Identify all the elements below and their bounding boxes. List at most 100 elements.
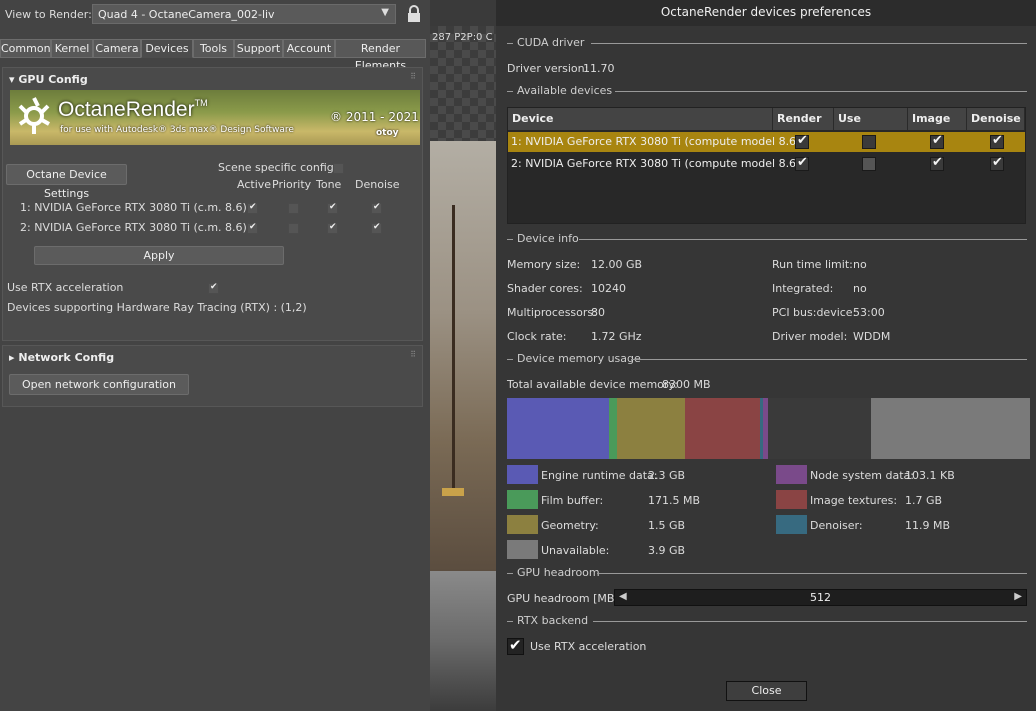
apply-button[interactable]: Apply	[34, 246, 284, 265]
table-row[interactable]: 1: NVIDIA GeForce RTX 3080 Ti (compute m…	[508, 132, 1025, 152]
tab-support[interactable]: Support	[234, 39, 283, 58]
network-config-title: Network Config	[18, 351, 115, 364]
section-rtx-backend: RTX backend	[507, 614, 1027, 628]
tab-account[interactable]: Account	[283, 39, 335, 58]
col-denoise: Denoise	[355, 178, 400, 191]
section-memory-label: Device memory usage	[517, 352, 641, 365]
row2-image-checkbox[interactable]	[930, 155, 944, 171]
legend-film-value: 171.5 MB	[648, 494, 701, 507]
open-network-config-button[interactable]: Open network configuration	[9, 374, 189, 395]
lock-icon[interactable]	[406, 5, 422, 23]
swatch-geometry	[507, 515, 538, 534]
viewport-checker	[430, 26, 496, 141]
clock-rate-value: 1.72 GHz	[591, 330, 642, 343]
device-2-active-checkbox[interactable]	[247, 222, 258, 234]
row1-priority-checkbox[interactable]	[862, 135, 876, 149]
legend-unavailable-label: Unavailable:	[541, 544, 610, 557]
memory-segment	[609, 398, 617, 459]
gpu-headroom-slider[interactable]: ◀ 512 ▶	[614, 589, 1027, 606]
swatch-image-textures	[776, 490, 807, 509]
device-2-tone-checkbox[interactable]	[327, 222, 338, 234]
banner-years: ® 2011 - 2021	[330, 110, 419, 124]
view-to-render-bar: View to Render: Quad 4 - OctaneCamera_00…	[0, 0, 430, 30]
tab-common[interactable]: Common	[0, 39, 51, 58]
shader-cores-value: 10240	[591, 282, 626, 295]
memory-segment	[685, 398, 760, 459]
scene-specific-checkbox[interactable]	[333, 163, 344, 174]
octane-render-settings-panel: View to Render: Quad 4 - OctaneCamera_00…	[0, 0, 430, 711]
network-config-header[interactable]: ▸ Network Config	[9, 351, 114, 364]
col-image[interactable]: Image	[908, 108, 967, 130]
col-denoise[interactable]: Denoise	[967, 108, 1025, 130]
section-rtx-label: RTX backend	[517, 614, 589, 627]
legend-node-value: 103.1 KB	[905, 469, 955, 482]
multiprocessors-value: 80	[591, 306, 605, 319]
tab-devices[interactable]: Devices	[141, 39, 193, 58]
memory-segment	[871, 398, 1030, 459]
tab-tools[interactable]: Tools	[193, 39, 234, 58]
banner-otoy: otoy	[376, 128, 399, 138]
gpu-device-2-label: 2: NVIDIA GeForce RTX 3080 Ti (c.m. 8.6)	[20, 221, 247, 234]
banner-brand: OctaneRenderTM	[58, 98, 208, 122]
memory-usage-bar	[507, 398, 1030, 459]
run-time-limit-label: Run time limit:	[772, 258, 853, 271]
clock-rate-label: Clock rate:	[507, 330, 567, 343]
section-available-devices: Available devices	[507, 84, 1027, 98]
tab-render-elements[interactable]: Render Elements	[335, 39, 426, 72]
table-row[interactable]: 2: NVIDIA GeForce RTX 3080 Ti (compute m…	[508, 154, 1025, 174]
rtx-acceleration-checkbox[interactable]	[507, 636, 524, 655]
device-1-priority-checkbox[interactable]	[288, 203, 299, 214]
rtx-support-text: Devices supporting Hardware Ray Tracing …	[7, 301, 307, 314]
arrow-right-icon[interactable]: ▶	[1014, 591, 1022, 602]
close-button[interactable]: Close	[726, 681, 807, 701]
view-to-render-value: Quad 4 - OctaneCamera_002-liv	[98, 8, 275, 21]
gpu-headroom-label: GPU headroom [MB]:	[507, 592, 623, 605]
dialog-title: OctaneRender devices preferences	[496, 0, 1036, 26]
rollout-grip-icon[interactable]: ⠿	[410, 350, 416, 359]
row2-render-checkbox[interactable]	[795, 155, 809, 171]
tab-kernel[interactable]: Kernel	[51, 39, 93, 58]
gpu-config-rollout: ▾ GPU Config ⠿ OctaneRenderTM for use wi…	[2, 67, 423, 341]
device-2-denoise-checkbox[interactable]	[371, 222, 382, 234]
tab-camera[interactable]: Camera	[93, 39, 141, 58]
section-info-label: Device info	[517, 232, 579, 245]
row1-denoise-checkbox[interactable]	[990, 133, 1004, 149]
render-floor	[430, 571, 496, 711]
device-2-priority-checkbox[interactable]	[288, 223, 299, 234]
row1-render-checkbox[interactable]	[795, 133, 809, 149]
section-headroom-label: GPU headroom	[517, 566, 600, 579]
rollout-grip-icon[interactable]: ⠿	[410, 72, 416, 81]
row2-priority-checkbox[interactable]	[862, 157, 876, 171]
device-1-denoise-checkbox[interactable]	[371, 202, 382, 214]
gpu-device-1-label: 1: NVIDIA GeForce RTX 3080 Ti (c.m. 8.6)	[20, 201, 247, 214]
view-to-render-dropdown[interactable]: Quad 4 - OctaneCamera_002-liv ▼	[92, 4, 396, 24]
lamp-base	[442, 488, 464, 496]
octane-device-settings-button[interactable]: Octane Device Settings	[6, 164, 127, 200]
device-1-active-checkbox[interactable]	[247, 202, 258, 214]
col-device[interactable]: Device	[508, 108, 773, 130]
octane-banner: OctaneRenderTM for use with Autodesk® 3d…	[10, 90, 420, 145]
device-name: 1: NVIDIA GeForce RTX 3080 Ti (compute m…	[511, 135, 801, 148]
driver-model-value: WDDM	[853, 330, 891, 343]
row2-denoise-checkbox[interactable]	[990, 155, 1004, 171]
memory-segment	[617, 398, 685, 459]
chevron-down-icon: ▼	[381, 7, 389, 18]
legend-film-label: Film buffer:	[541, 494, 604, 507]
device-1-tone-checkbox[interactable]	[327, 202, 338, 214]
col-render[interactable]: Render	[773, 108, 834, 130]
gpu-config-header[interactable]: ▾ GPU Config	[9, 73, 88, 86]
integrated-value: no	[853, 282, 867, 295]
section-cuda-label: CUDA driver	[517, 36, 585, 49]
section-memory-usage: Device memory usage	[507, 352, 1027, 366]
use-rtx-label: Use RTX acceleration	[7, 281, 124, 294]
legend-unavailable-value: 3.9 GB	[648, 544, 686, 557]
viewport-stats: 287 P2P:0 C	[432, 32, 493, 43]
legend-denoiser-label: Denoiser:	[810, 519, 863, 532]
use-rtx-checkbox[interactable]	[208, 282, 219, 294]
col-use-priority[interactable]: Use priority	[834, 108, 908, 147]
view-to-render-label: View to Render:	[5, 8, 92, 21]
gpu-headroom-value: 512	[810, 591, 831, 604]
row1-image-checkbox[interactable]	[930, 133, 944, 149]
swatch-node-system	[776, 465, 807, 484]
col-tone: Tone	[316, 178, 342, 191]
